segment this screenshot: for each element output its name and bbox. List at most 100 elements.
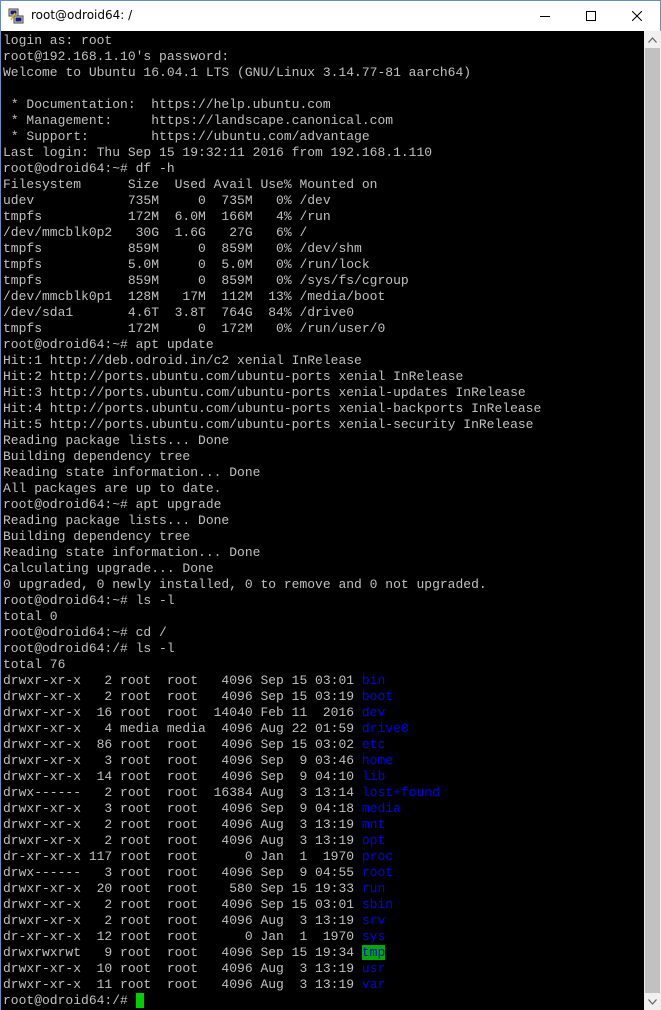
terminal-area[interactable]: login as: root root@192.168.1.10's passwo… [1,31,644,1010]
terminal-line: drwxr-xr-x 20 root root 580 Sep 15 19:33… [3,881,541,897]
terminal-text: Filesystem Size Used Avail Use% Mounted … [3,177,378,192]
terminal-text: tmpfs 5.0M 0 5.0M 0% /run/lock [3,257,370,272]
terminal-text: root@odroid64:~# ls -l [3,593,175,608]
terminal-text: Calculating upgrade... Done [3,561,214,576]
terminal-output: login as: root root@192.168.1.10's passwo… [3,33,541,1009]
scroll-down-button[interactable] [644,993,661,1010]
terminal-line: Hit:5 http://ports.ubuntu.com/ubuntu-por… [3,417,541,433]
terminal-text: drwxr-xr-x 2 root root 4096 Aug 3 13:19 [3,913,362,928]
terminal-line: Hit:2 http://ports.ubuntu.com/ubuntu-por… [3,369,541,385]
terminal-line: Hit:4 http://ports.ubuntu.com/ubuntu-por… [3,401,541,417]
terminal-line: tmpfs 859M 0 859M 0% /dev/shm [3,241,541,257]
terminal-line: root@odroid64:~# cd / [3,625,541,641]
terminal-line: tmpfs 5.0M 0 5.0M 0% /run/lock [3,257,541,273]
terminal-line: total 0 [3,609,541,625]
terminal-text: dr-xr-xr-x 12 root root 0 Jan 1 1970 [3,929,362,944]
terminal-line: All packages are up to date. [3,481,541,497]
directory-name: sys [361,929,386,944]
terminal-line: drwxr-xr-x 2 root root 4096 Sep 15 03:19… [3,689,541,705]
terminal-line: Welcome to Ubuntu 16.04.1 LTS (GNU/Linux… [3,65,541,81]
terminal-line: drwxr-xr-x 14 root root 4096 Sep 9 04:10… [3,769,541,785]
terminal-text: Hit:5 http://ports.ubuntu.com/ubuntu-por… [3,417,534,432]
terminal-line: root@192.168.1.10's password: [3,49,541,65]
terminal-text: dr-xr-xr-x 117 root root 0 Jan 1 1970 [3,849,362,864]
terminal-line: drwxr-xr-x 3 root root 4096 Sep 9 04:18 … [3,801,541,817]
directory-name: root [361,865,394,880]
directory-name: run [361,881,386,896]
terminal-line: drwx------ 2 root root 16384 Aug 3 13:14… [3,785,541,801]
terminal-line: Last login: Thu Sep 15 19:32:11 2016 fro… [3,145,541,161]
terminal-text: drwxr-xr-x 14 root root 4096 Sep 9 04:10 [3,769,362,784]
terminal-line: tmpfs 172M 0 172M 0% /run/user/0 [3,321,541,337]
terminal-line: * Documentation: https://help.ubuntu.com [3,97,541,113]
minimize-icon [540,16,550,17]
terminal-line: /dev/mmcblk0p1 128M 17M 112M 13% /media/… [3,289,541,305]
terminal-line: tmpfs 859M 0 859M 0% /sys/fs/cgroup [3,273,541,289]
terminal-text: root@odroid64:~# cd / [3,625,167,640]
terminal-text: /dev/sda1 4.6T 3.8T 764G 84% /drive0 [3,305,355,320]
directory-name: bin [361,673,386,688]
scroll-up-button[interactable] [644,31,661,48]
terminal-line: 0 upgraded, 0 newly installed, 0 to remo… [3,577,541,593]
directory-name: drive0 [361,721,409,736]
terminal-text: tmpfs 172M 0 172M 0% /run/user/0 [3,321,386,336]
terminal-line: login as: root [3,33,541,49]
terminal-text: tmpfs 859M 0 859M 0% /sys/fs/cgroup [3,273,409,288]
terminal-text: Reading state information... Done [3,545,261,560]
window-title: root@odroid64: / [31,8,133,22]
maximize-icon [586,11,596,21]
directory-name: dev [361,705,386,720]
terminal-line: drwxr-xr-x 2 root root 4096 Aug 3 13:19 … [3,817,541,833]
terminal-text: root@odroid64:~# apt update [3,337,214,352]
title-bar[interactable]: root@odroid64: / [1,1,660,31]
terminal-line: Reading package lists... Done [3,513,541,529]
terminal-text: Building dependency tree [3,449,191,464]
terminal-text: drwxr-xr-x 11 root root 4096 Aug 3 13:19 [3,977,362,992]
terminal-text: udev 735M 0 735M 0% /dev [3,193,331,208]
terminal-line: drwxr-xr-x 2 root root 4096 Sep 15 03:01… [3,673,541,689]
putty-window: root@odroid64: / login as: root root@192.… [0,0,661,1010]
terminal-line: drwxr-xr-x 11 root root 4096 Aug 3 13:19… [3,977,541,993]
directory-name: tmp [361,945,386,960]
terminal-text: * Management: https://landscape.canonica… [3,113,394,128]
directory-name: media [361,801,401,816]
terminal-text: drwxr-xr-x 2 root root 4096 Aug 3 13:19 [3,833,362,848]
terminal-text: total 0 [3,609,58,624]
terminal-text: root@192.168.1.10's password: [3,49,230,64]
terminal-text: drwxr-xr-x 16 root root 14040 Feb 11 201… [3,705,362,720]
terminal-text: 0 upgraded, 0 newly installed, 0 to remo… [3,577,487,592]
terminal-line: drwxrwxrwt 9 root root 4096 Sep 15 19:34… [3,945,541,961]
vertical-scrollbar[interactable] [644,31,661,1010]
terminal-text: root@odroid64:/# ls -l [3,641,175,656]
terminal-text: Reading package lists... Done [3,513,230,528]
directory-name: sbin [361,897,394,912]
directory-name: opt [361,833,386,848]
terminal-line: /dev/mmcblk0p2 30G 1.6G 27G 6% / [3,225,541,241]
terminal-text: drwx------ 2 root root 16384 Aug 3 13:14 [3,785,362,800]
terminal-line: Hit:3 http://ports.ubuntu.com/ubuntu-por… [3,385,541,401]
terminal-line: drwxr-xr-x 16 root root 14040 Feb 11 201… [3,705,541,721]
terminal-text: drwxr-xr-x 3 root root 4096 Sep 9 04:18 [3,801,362,816]
terminal-line: Building dependency tree [3,449,541,465]
chevron-up-icon [648,36,657,43]
terminal-text: drwxr-xr-x 20 root root 580 Sep 15 19:33 [3,881,362,896]
terminal-text: /dev/mmcblk0p2 30G 1.6G 27G 6% / [3,225,308,240]
terminal-line: drwx------ 3 root root 4096 Sep 9 04:55 … [3,865,541,881]
close-button[interactable] [614,1,660,31]
terminal-text: drwxr-xr-x 10 root root 4096 Aug 3 13:19 [3,961,362,976]
terminal-text: drwxr-xr-x 86 root root 4096 Sep 15 03:0… [3,737,362,752]
terminal-line: * Management: https://landscape.canonica… [3,113,541,129]
terminal-line: root@odroid64:~# apt update [3,337,541,353]
terminal-line: root@odroid64:/# ls -l [3,641,541,657]
terminal-line: root@odroid64:/# [3,993,541,1009]
terminal-line: dr-xr-xr-x 12 root root 0 Jan 1 1970 sys [3,929,541,945]
terminal-text: drwxr-xr-x 2 root root 4096 Sep 15 03:01 [3,673,362,688]
terminal-text: Hit:3 http://ports.ubuntu.com/ubuntu-por… [3,385,526,400]
scrollbar-thumb[interactable] [645,48,660,993]
terminal-text: drwxr-xr-x 2 root root 4096 Sep 15 03:19 [3,689,362,704]
minimize-button[interactable] [522,1,568,31]
terminal-text: * Support: https://ubuntu.com/advantage [3,129,370,144]
terminal-line: * Support: https://ubuntu.com/advantage [3,129,541,145]
terminal-text: Reading state information... Done [3,465,261,480]
maximize-button[interactable] [568,1,614,31]
